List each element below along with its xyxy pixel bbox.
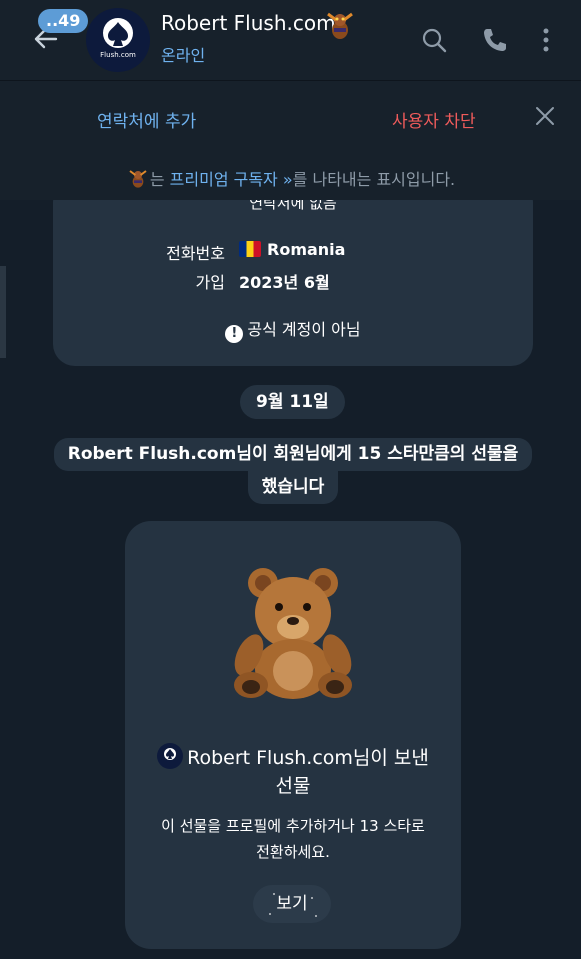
- premium-status-emoji-icon: [129, 170, 147, 188]
- close-icon[interactable]: [532, 103, 558, 129]
- contact-info-card: 연락처에 없음 전화번호 Romania 가입 2023년 6월 ! 공식 계정이…: [53, 180, 533, 366]
- premium-note: 는 프리미엄 구독자 »를 나타내는 표시입니다.: [0, 166, 581, 191]
- search-icon[interactable]: [420, 26, 448, 54]
- premium-link[interactable]: 프리미엄 구독자 »: [170, 170, 293, 189]
- contact-action-bar: 연락처에 추가 사용자 차단: [0, 80, 581, 152]
- spade-icon: [103, 18, 133, 48]
- avatar-label: Flush.com: [100, 51, 136, 59]
- premium-note-bar: 는 프리미엄 구독자 »를 나타내는 표시입니다.: [0, 152, 581, 200]
- gift-title: Robert Flush.com님이 보낸 선물: [145, 743, 441, 800]
- gift-service-message: Robert Flush.com님이 회원님에게 15 스타만큼의 선물을 했습…: [50, 438, 536, 504]
- sender-avatar: [157, 743, 184, 769]
- chat-title[interactable]: Robert Flush.com: [161, 11, 336, 35]
- online-status: 온라인: [161, 46, 206, 65]
- teddy-bear-gift-icon: [234, 568, 352, 699]
- block-user-button[interactable]: 사용자 차단: [392, 107, 476, 132]
- view-gift-button[interactable]: 보기: [253, 885, 331, 923]
- gift-card[interactable]: Robert Flush.com님이 보낸 선물 이 선물을 프로필에 추가하거…: [125, 521, 461, 949]
- more-vert-icon[interactable]: [532, 26, 560, 54]
- premium-status-emoji-icon[interactable]: [322, 8, 358, 44]
- chat-header: ..49 Flush.com Robert Flush.com 온라인: [0, 0, 581, 80]
- service-message-line1: Robert Flush.com님이 회원님에게 15 스타만큼의 선물을: [53, 438, 533, 471]
- joined-value: 2023년 6월: [239, 273, 330, 292]
- joined-label: 가입: [195, 273, 225, 292]
- spade-icon: [164, 748, 177, 760]
- phone-icon[interactable]: [481, 26, 509, 54]
- phone-label: 전화번호: [166, 244, 225, 263]
- add-contact-button[interactable]: 연락처에 추가: [97, 107, 196, 132]
- unread-badge: ..49: [38, 9, 89, 33]
- date-separator: 9월 11일: [240, 385, 345, 419]
- gift-description: 이 선물을 프로필에 추가하거나 13 스타로 전환하세요.: [161, 817, 425, 861]
- exclamation-icon: !: [225, 325, 244, 343]
- service-message-line2: 했습니다: [247, 471, 339, 504]
- avatar[interactable]: Flush.com: [86, 8, 150, 72]
- phone-value: Romania: [239, 240, 345, 259]
- romania-flag-icon: [239, 241, 261, 257]
- unofficial-notice: ! 공식 계정이 아님: [53, 316, 533, 343]
- scroll-edge: [0, 266, 6, 358]
